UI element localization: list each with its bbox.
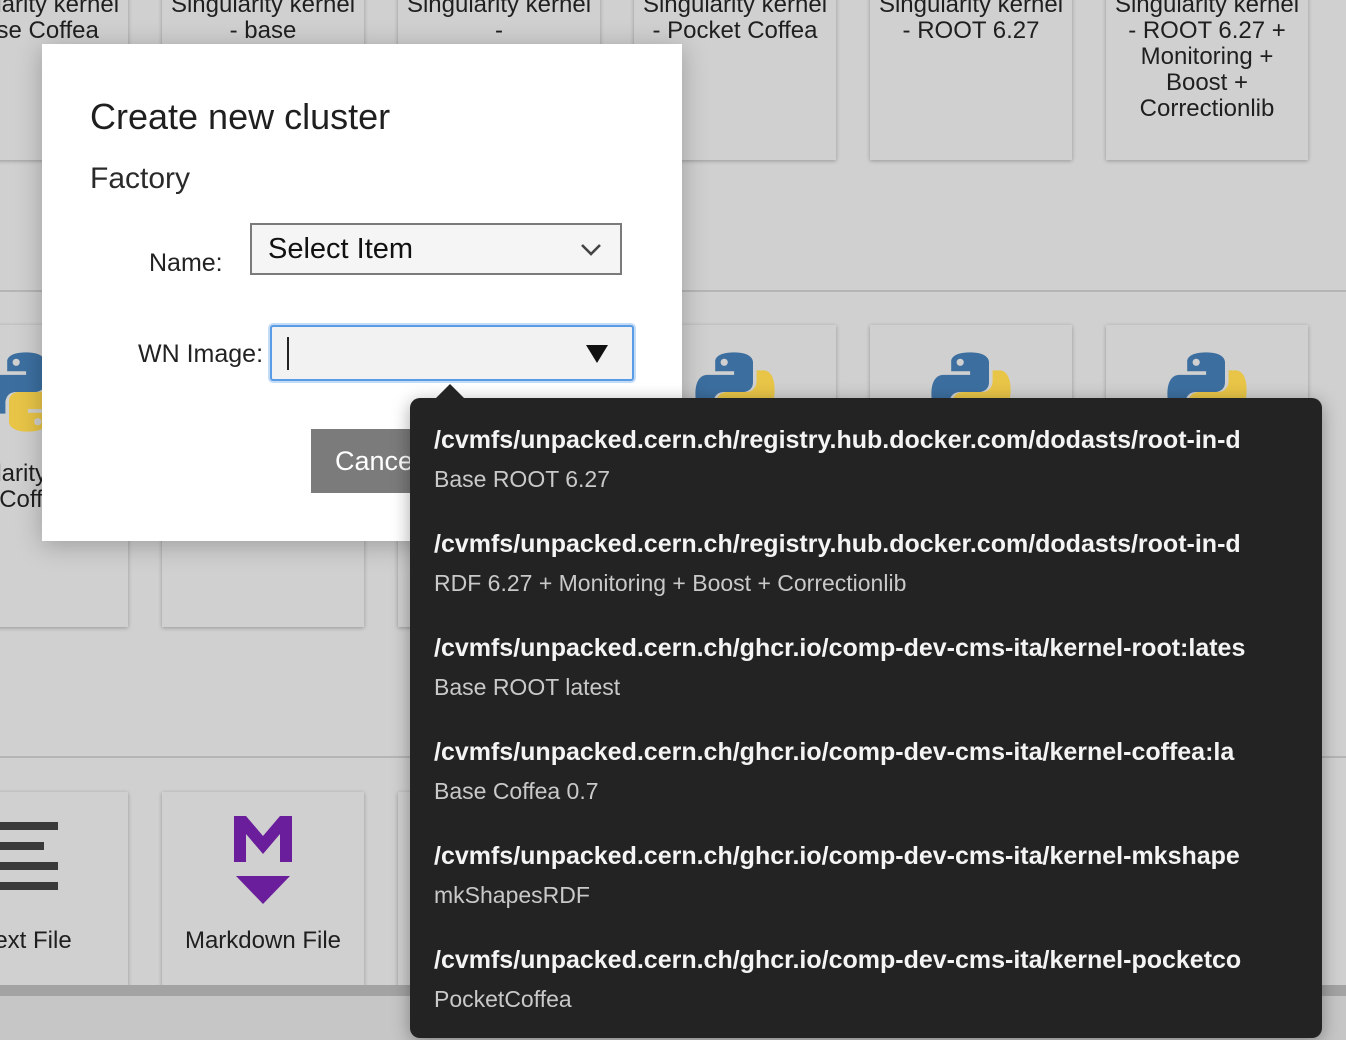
dialog-title: Create new cluster bbox=[90, 96, 391, 137]
dropdown-arrow-icon[interactable] bbox=[586, 345, 608, 363]
launcher-card-label: Singularity kernel - Pocket Coffea bbox=[642, 0, 828, 44]
wn-image-options-list: /cvmfs/unpacked.cern.ch/registry.hub.doc… bbox=[410, 384, 1322, 1038]
option-description: Base ROOT latest bbox=[434, 674, 621, 700]
launcher-card[interactable]: Singularity kernel - ROOT 6.27 bbox=[870, 0, 1072, 160]
option-description: mkShapesRDF bbox=[434, 882, 590, 908]
wn-image-label: WN Image: bbox=[138, 340, 264, 368]
option-description: RDF 6.27 + Monitoring + Boost + Correcti… bbox=[434, 570, 907, 596]
list-item[interactable]: /cvmfs/unpacked.cern.ch/ghcr.io/comp-dev… bbox=[434, 710, 1298, 814]
option-path: /cvmfs/unpacked.cern.ch/registry.hub.doc… bbox=[434, 530, 1241, 558]
list-item[interactable]: /cvmfs/unpacked.cern.ch/ghcr.io/comp-dev… bbox=[434, 814, 1298, 918]
launcher-card-label: Singularity kernel - ROOT 6.27 bbox=[878, 0, 1064, 44]
option-path: /cvmfs/unpacked.cern.ch/registry.hub.doc… bbox=[434, 426, 1241, 454]
list-item[interactable]: /cvmfs/unpacked.cern.ch/ghcr.io/comp-dev… bbox=[434, 606, 1298, 710]
option-path: /cvmfs/unpacked.cern.ch/ghcr.io/comp-dev… bbox=[434, 634, 1246, 662]
launcher-card[interactable]: Singularity kernel - ROOT 6.27 + Monitor… bbox=[1106, 0, 1308, 160]
launcher-card-label: Singularity kernel - ROOT 6.27 + Monitor… bbox=[1114, 0, 1300, 122]
option-description: Base Coffea 0.7 bbox=[434, 778, 599, 804]
launcher-card-label: Singularity kernel - bbox=[406, 0, 592, 44]
option-path: /cvmfs/unpacked.cern.ch/ghcr.io/comp-dev… bbox=[434, 842, 1240, 870]
launcher-card-label: Markdown File bbox=[184, 927, 342, 954]
chevron-down-icon bbox=[581, 244, 601, 256]
list-item[interactable]: /cvmfs/unpacked.cern.ch/registry.hub.doc… bbox=[434, 502, 1298, 606]
name-select-value: Select Item bbox=[268, 233, 414, 265]
option-path: /cvmfs/unpacked.cern.ch/ghcr.io/comp-dev… bbox=[434, 946, 1242, 974]
name-label: Name: bbox=[149, 249, 223, 277]
list-item[interactable]: /cvmfs/unpacked.cern.ch/ghcr.io/comp-dev… bbox=[434, 918, 1298, 1022]
launcher-card-label: Text File bbox=[0, 927, 72, 954]
section-title: Factory bbox=[90, 162, 191, 195]
markdown-icon bbox=[234, 816, 292, 904]
launcher-card-label: Singularity kernel - base Coffea bbox=[0, 0, 120, 44]
wn-image-combobox[interactable] bbox=[270, 325, 634, 381]
list-item[interactable]: /cvmfs/unpacked.cern.ch/registry.hub.doc… bbox=[434, 398, 1298, 502]
launcher-card-label: Singularity kernel - base bbox=[170, 0, 356, 44]
option-description: PocketCoffea bbox=[434, 986, 572, 1012]
text-caret bbox=[287, 337, 289, 370]
option-path: /cvmfs/unpacked.cern.ch/ghcr.io/comp-dev… bbox=[434, 738, 1235, 766]
text-file-icon bbox=[0, 822, 58, 890]
name-select[interactable]: Select Item bbox=[250, 223, 622, 275]
option-description: Base ROOT 6.27 bbox=[434, 466, 610, 492]
